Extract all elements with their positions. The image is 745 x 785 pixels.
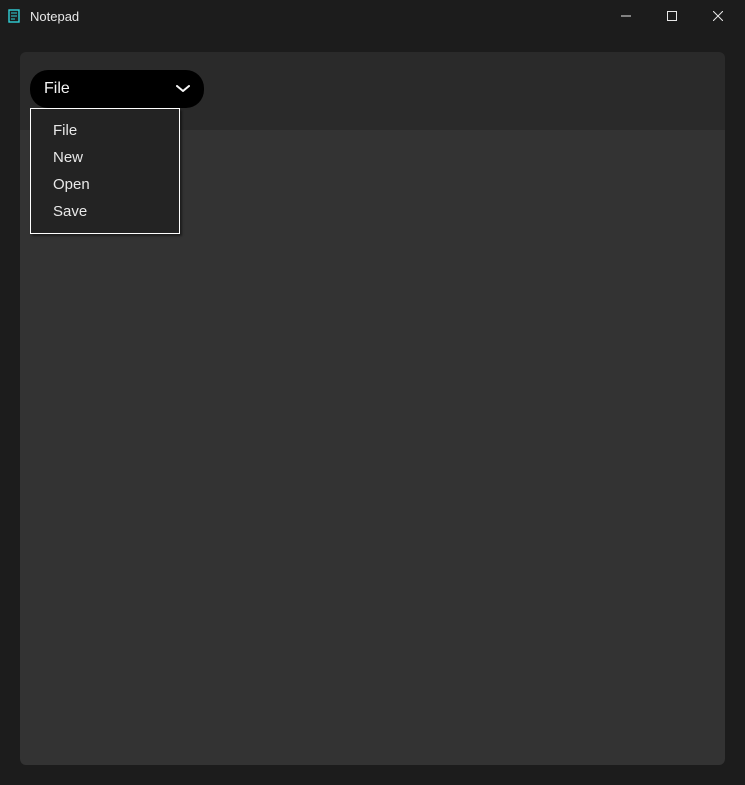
titlebar: Notepad	[0, 0, 745, 32]
file-menu-button-label: File	[44, 80, 70, 98]
maximize-button[interactable]	[649, 0, 695, 32]
menu-item-new[interactable]: New	[31, 144, 179, 171]
menu-item-save[interactable]: Save	[31, 198, 179, 225]
window-title: Notepad	[30, 9, 603, 24]
minimize-button[interactable]	[603, 0, 649, 32]
toolbar: File File New Open Save	[20, 52, 725, 130]
app-frame: File File New Open Save	[20, 52, 725, 765]
menu-item-file[interactable]: File	[31, 117, 179, 144]
file-menu-button[interactable]: File	[30, 70, 204, 108]
app-icon	[8, 9, 20, 23]
menu-item-open[interactable]: Open	[31, 171, 179, 198]
window-controls	[603, 0, 741, 32]
client-area: File File New Open Save	[0, 32, 745, 785]
file-menu-dropdown: File New Open Save	[30, 108, 180, 234]
chevron-down-icon	[176, 85, 190, 93]
close-button[interactable]	[695, 0, 741, 32]
